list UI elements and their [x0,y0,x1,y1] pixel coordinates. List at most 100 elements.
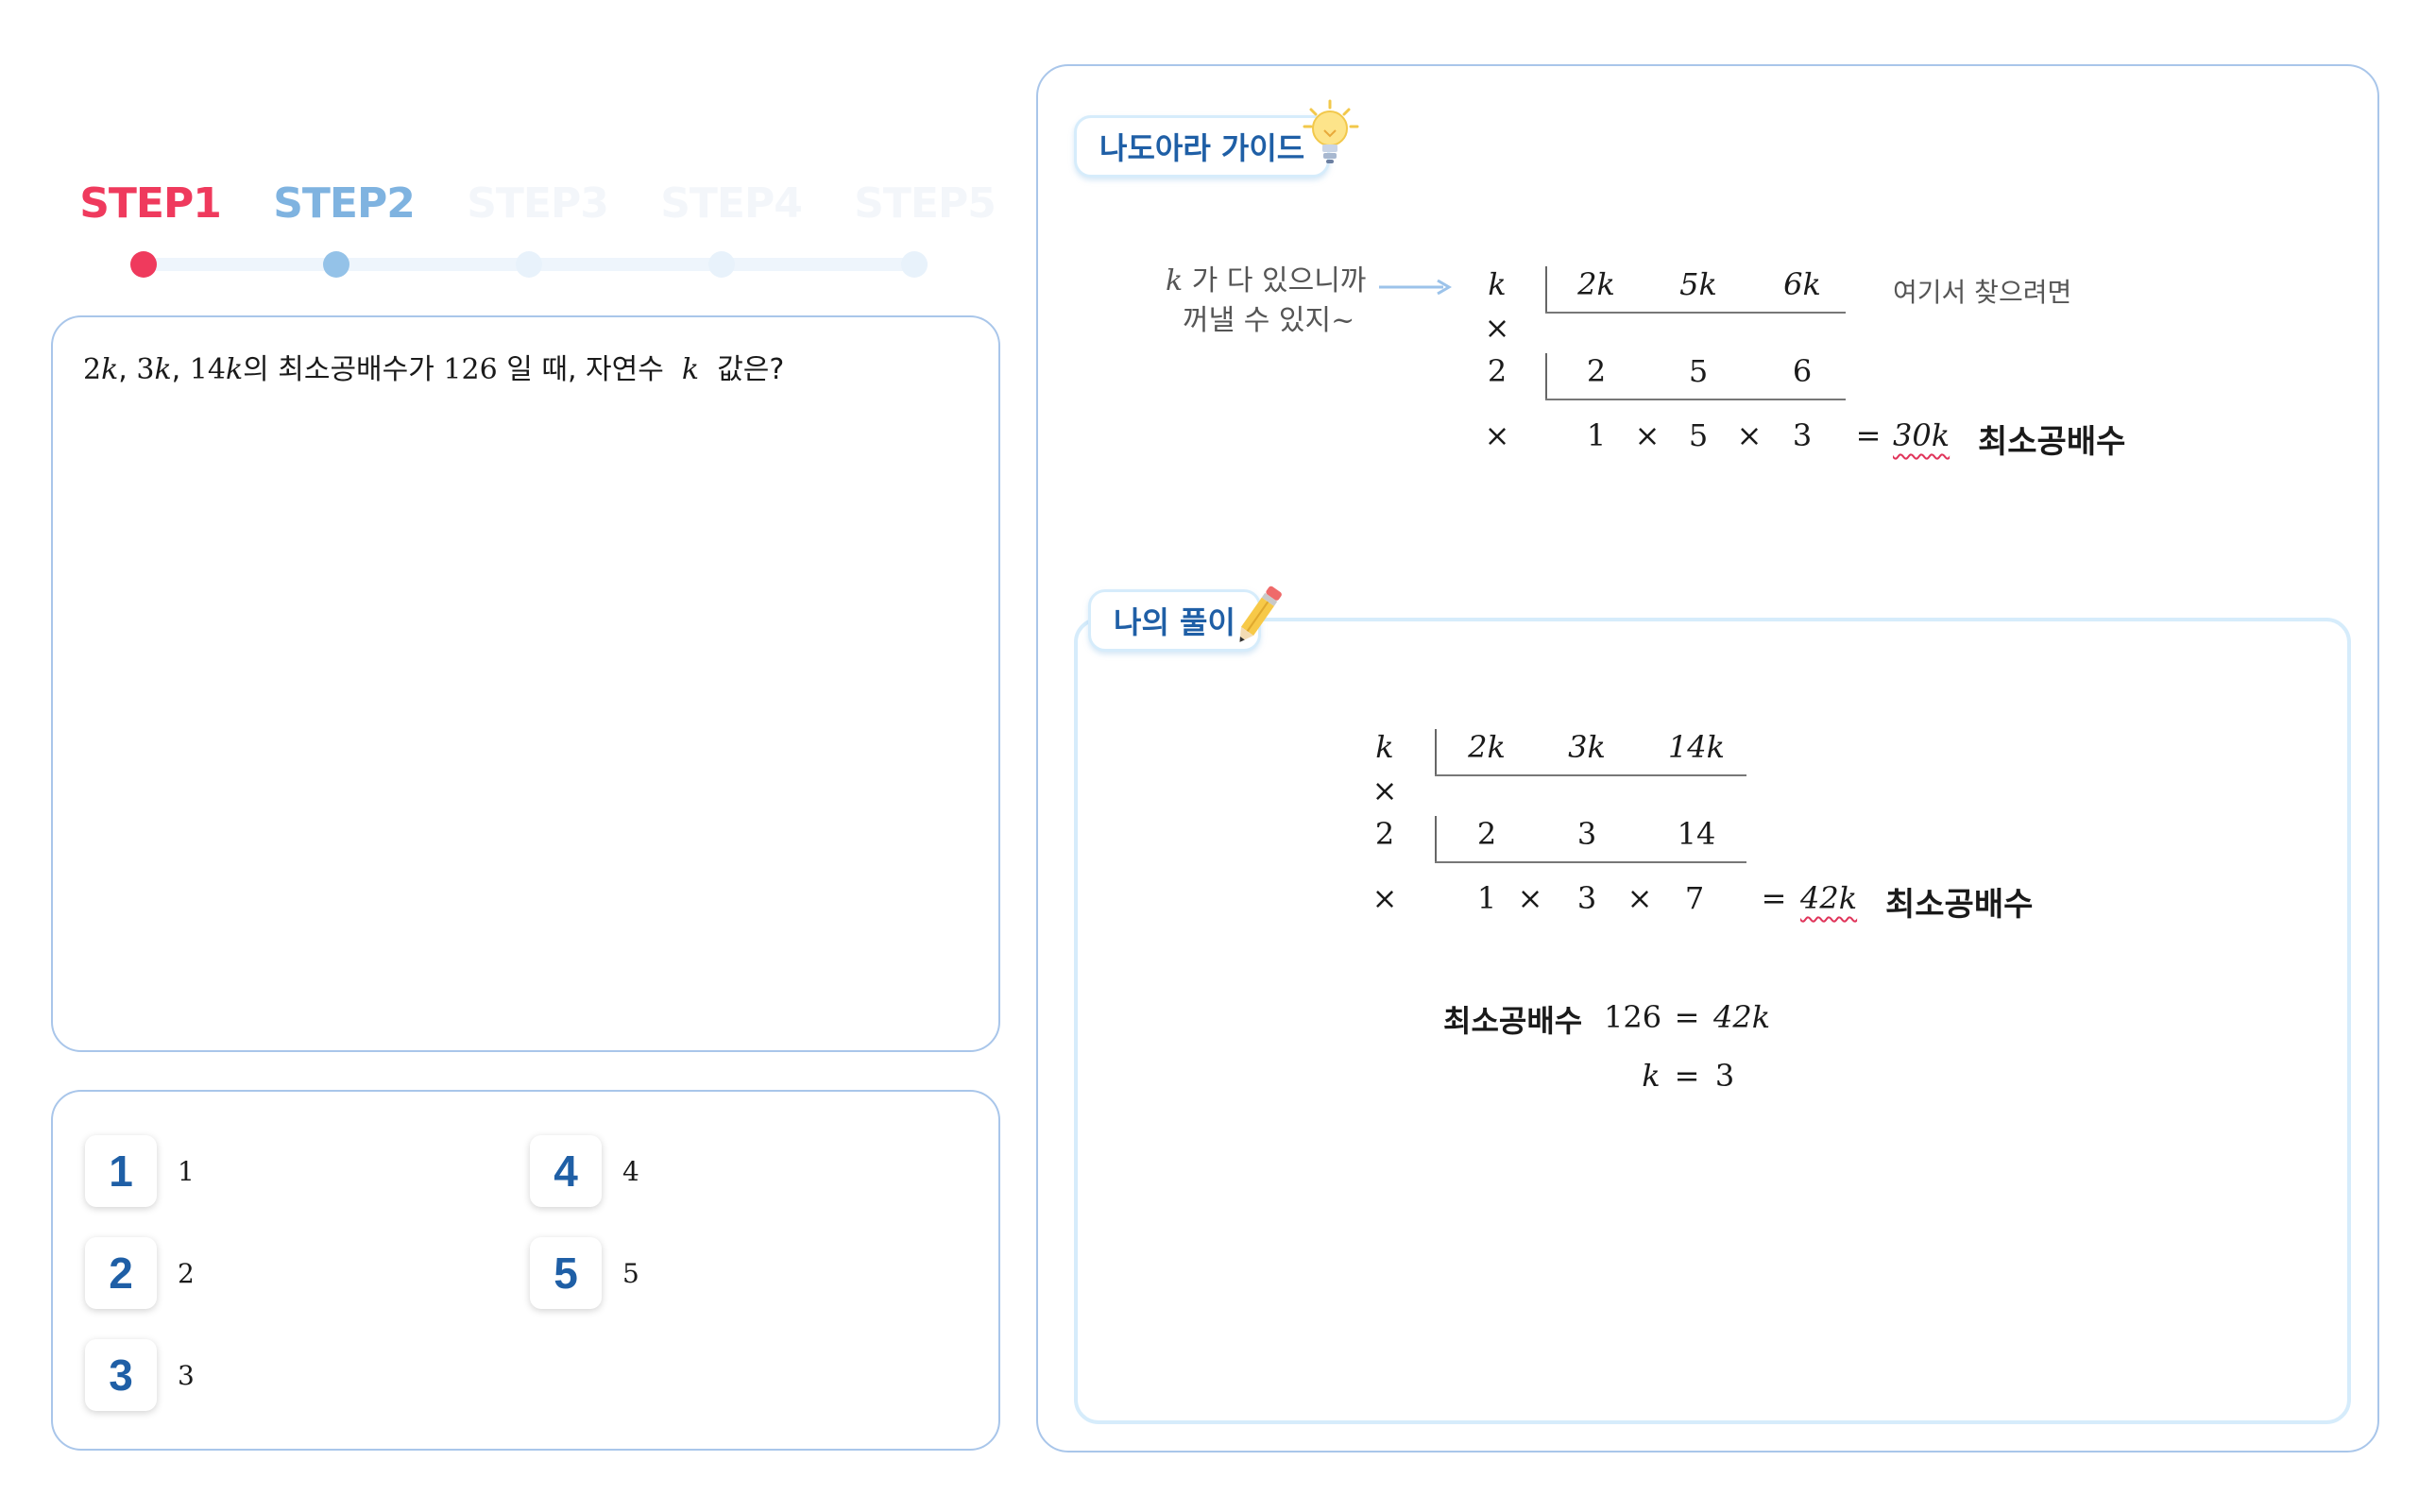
my-bottom-term: 7 [1684,880,1705,916]
guide-bracket-vertical-2 [1545,353,1547,399]
my-row1-cell: 14k [1667,729,1726,765]
choice-number[interactable]: 5 [530,1237,602,1309]
choice-5[interactable]: 5 5 [530,1237,639,1309]
my-bottom-term: 3 [1576,880,1597,916]
lightbulb-icon [1303,99,1359,163]
pencil-icon [1239,586,1282,642]
my-row2-cell: 14 [1677,816,1716,852]
question-term-2: 3 [136,353,155,386]
my-row1-cell: 3k [1568,729,1606,765]
step-1-label[interactable]: STEP1 [79,179,222,228]
my-solution-title: 나의 풀이 [1114,604,1235,640]
choice-number[interactable]: 2 [85,1237,157,1309]
question-variable: k [681,353,700,386]
question-number: 126 [443,353,498,386]
guide-bottom-op: × [1634,417,1661,453]
step-1-dot[interactable] [130,251,157,278]
guide-note-line-2: 꺼낼 수 있지~ [1183,304,1355,337]
question-part-1: 의 최소공배수가 [243,353,434,386]
arrow-right-icon [1379,279,1452,296]
question-text: 2k, 3k, 14k의 최소공배수가 126 일 때, 자연수 k 값은? [83,346,784,387]
my-line1-value: 126 [1604,999,1662,1035]
question-var-2: k [154,353,172,386]
step-5-dot[interactable] [901,251,928,278]
choice-4[interactable]: 4 4 [530,1135,639,1207]
question-panel: 2k, 3k, 14k의 최소공배수가 126 일 때, 자연수 k 값은? [51,315,1000,1052]
guide-row1-cell: 2k [1577,266,1615,302]
my-bottom-op: × [1517,880,1543,916]
my-bracket-horizontal-1 [1435,774,1746,776]
question-comma-1: , [118,353,128,386]
guide-title-tag: 나도아라 가이드 [1074,115,1331,178]
step-2-dot[interactable] [323,251,349,278]
guide-row2-cell: 5 [1688,353,1709,389]
step-3-dot[interactable] [516,251,542,278]
my-bracket-vertical-2 [1435,816,1437,861]
my-line2-rhs: 3 [1714,1058,1735,1094]
my-lcm-label: 최소공배수 [1885,886,2034,924]
question-var-1: k [101,353,119,386]
my-row2-cell: 2 [1476,816,1497,852]
my-divisor-2: 2 [1374,816,1395,852]
guide-lcm-label: 최소공배수 [1978,423,2126,461]
guide-row2-cell: 2 [1586,353,1607,389]
guide-title: 나도아라 가이드 [1099,130,1305,166]
guide-bracket-vertical-1 [1545,266,1547,312]
choice-number[interactable]: 4 [530,1135,602,1207]
choice-value: 4 [622,1155,639,1187]
choice-1[interactable]: 1 1 [85,1135,195,1207]
guide-note-line-1: 가 다 있으니까 [1191,264,1367,297]
my-line2-equals: = [1674,1058,1700,1094]
step-4-label[interactable]: STEP4 [660,179,803,228]
my-bottom-op: × [1627,880,1653,916]
choice-value: 2 [178,1257,195,1289]
guide-row1-cell: 5k [1679,266,1717,302]
guide-side-note: 여기서 찾으려면 [1893,277,2072,308]
choice-2[interactable]: 2 2 [85,1237,195,1309]
choice-number[interactable]: 1 [85,1135,157,1207]
guide-bottom-term: 5 [1688,417,1709,453]
guide-bottom-term: 1 [1586,417,1607,453]
question-term-1: 2 [83,353,102,386]
guide-divisor-1: k [1488,266,1507,302]
guide-times-sign: × [1484,310,1510,346]
choice-value: 5 [622,1257,639,1289]
choice-number[interactable]: 3 [85,1339,157,1411]
guide-divisor-2: 2 [1487,353,1508,389]
my-row1-cell: 2k [1468,729,1506,765]
guide-equals: = [1855,417,1882,453]
step-5-label[interactable]: STEP5 [854,179,997,228]
step-3-label[interactable]: STEP3 [467,179,609,228]
guide-note-var: k [1166,264,1184,297]
my-divisor-1: k [1375,729,1394,765]
question-term-3: 14 [189,353,226,386]
my-line2-lhs: k [1642,1058,1661,1094]
question-var-3: k [225,353,244,386]
choice-value: 1 [178,1155,195,1187]
guide-bottom-op: × [1736,417,1763,453]
my-times-sign: × [1371,773,1398,808]
my-lcm-result: 42k [1800,880,1858,916]
choice-value: 3 [178,1359,195,1391]
question-part-3: 값은? [717,353,785,386]
step-navigation: STEP1 STEP2 STEP3 STEP4 STEP5 [79,179,997,293]
my-bottom-term: 1 [1476,880,1497,916]
guide-row1-cell: 6k [1783,266,1821,302]
my-line1-equals: = [1674,999,1700,1035]
question-part-2: 일 때, 자연수 [506,353,664,386]
choice-3[interactable]: 3 3 [85,1339,195,1411]
my-equals: = [1761,880,1787,916]
guide-bottom-term: 3 [1792,417,1813,453]
my-line1-rhs: 42k [1713,999,1771,1035]
question-comma-2: , [171,353,181,386]
guide-bracket-horizontal-2 [1545,399,1846,400]
choices-panel: 1 1 2 2 3 3 4 4 5 5 [51,1090,1000,1451]
my-times-sign: × [1371,880,1398,916]
guide-lcm-result: 30k [1893,417,1951,453]
my-row2-cell: 3 [1576,816,1597,852]
guide-times-sign: × [1484,417,1510,453]
guide-row2-cell: 6 [1792,353,1813,389]
my-bracket-horizontal-2 [1435,861,1746,863]
step-2-label[interactable]: STEP2 [273,179,416,228]
step-4-dot[interactable] [708,251,735,278]
